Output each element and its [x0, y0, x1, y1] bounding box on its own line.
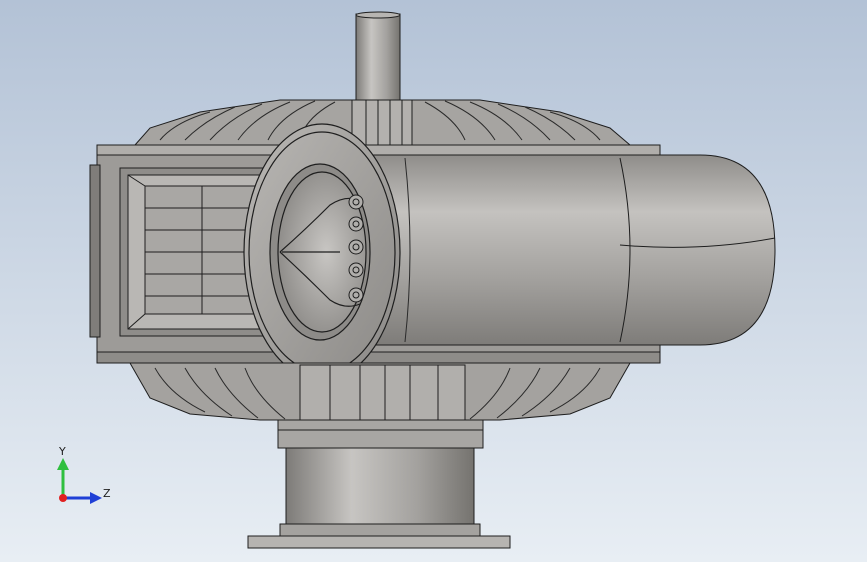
triad-x-axis-dot-icon [59, 494, 67, 502]
front-flange [243, 123, 401, 381]
graphics-viewport[interactable]: Y Z [0, 0, 867, 562]
model-canvas[interactable]: Y Z [0, 0, 867, 562]
bottom-fin-assembly [129, 362, 631, 421]
triad-z-label: Z [103, 487, 111, 500]
base-neck [247, 419, 511, 549]
top-vent-pipe [355, 11, 401, 105]
horizontal-duct [359, 154, 776, 346]
triad-y-label: Y [58, 445, 66, 458]
